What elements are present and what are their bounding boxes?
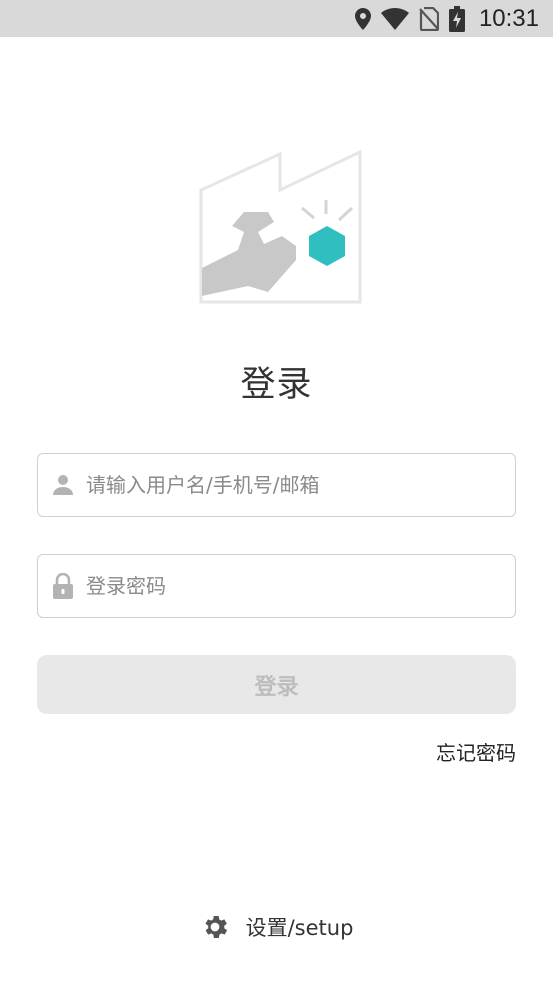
no-sim-icon — [419, 6, 439, 31]
location-icon — [354, 7, 371, 30]
battery-charging-icon — [448, 5, 465, 32]
lock-icon — [50, 573, 76, 599]
status-time: 10:31 — [478, 4, 539, 32]
gear-icon — [200, 912, 230, 942]
username-input[interactable] — [86, 473, 486, 497]
password-field[interactable] — [37, 554, 516, 618]
user-icon — [50, 472, 76, 498]
password-input[interactable] — [86, 574, 486, 598]
login-button[interactable]: 登录 — [37, 655, 516, 714]
forgot-password-link[interactable]: 忘记密码 — [436, 737, 516, 766]
app-logo — [196, 149, 364, 308]
setup-label: 设置/setup — [245, 916, 354, 940]
page-title: 登录 — [240, 365, 313, 405]
status-bar: 10:31 — [0, 0, 553, 37]
wifi-icon — [380, 7, 409, 30]
setup-link[interactable]: 设置/setup — [0, 912, 553, 942]
username-field[interactable] — [37, 453, 516, 517]
